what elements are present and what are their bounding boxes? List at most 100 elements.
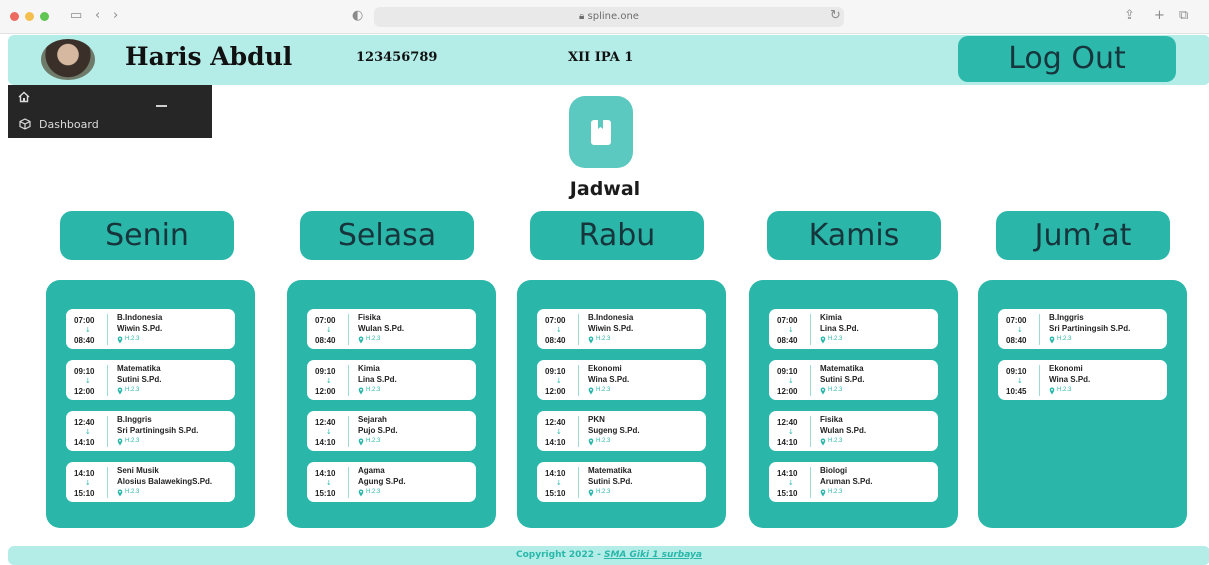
divider: [1039, 314, 1040, 345]
start-time: 12:40: [777, 418, 798, 427]
end-time: 08:40: [1006, 336, 1027, 345]
list-item[interactable]: 07:00 ↓ 08:40 Kimia Lina S.Pd. H.2.3: [769, 309, 938, 349]
end-time: 12:00: [777, 387, 798, 396]
teacher: Wiwin S.Pd.: [117, 324, 163, 333]
location-pin-icon: [358, 336, 364, 344]
location-pin-icon: [820, 336, 826, 344]
start-time: 09:10: [545, 367, 566, 376]
room: H.2.3: [125, 387, 140, 393]
reload-icon[interactable]: ↻: [830, 8, 841, 23]
tab-kamis[interactable]: Kamis: [767, 211, 941, 260]
start-time: 14:10: [74, 469, 95, 478]
start-time: 07:00: [315, 316, 336, 325]
list-item[interactable]: 09:10 ↓ 12:00 Matematika Sutini S.Pd. H.2.3: [66, 360, 235, 400]
tab-jumat[interactable]: Jum’at: [996, 211, 1170, 260]
teacher: Sutini S.Pd.: [588, 477, 633, 486]
list-item[interactable]: 14:10 ↓ 15:10 Agama Agung S.Pd. H.2.3: [307, 462, 476, 502]
subject: Kimia: [820, 313, 842, 322]
url-text: 🔒︎ spline.one: [374, 11, 844, 22]
list-item[interactable]: 12:40 ↓ 14:10 B.Inggris Sri Partiningsih S.P…: [66, 411, 235, 451]
sidebar-toggle-icon[interactable]: ▭: [70, 8, 82, 23]
home-icon[interactable]: [18, 91, 30, 103]
sidebar: Dashboard: [8, 85, 212, 138]
sidebar-item-dashboard[interactable]: Dashboard: [39, 118, 99, 131]
minimize-window-button[interactable]: [25, 12, 34, 21]
list-item[interactable]: 12:40 ↓ 14:10 PKN Sugeng S.Pd. H.2.3: [537, 411, 706, 451]
list-item[interactable]: 09:10 ↓ 12:00 Matematika Sutini S.Pd. H.2.3: [769, 360, 938, 400]
location-pin-icon: [358, 387, 364, 395]
maximize-window-button[interactable]: [40, 12, 49, 21]
list-item[interactable]: 14:10 ↓ 15:10 Seni Musik Alosius BalawekingS…: [66, 462, 235, 502]
teacher: Sutini S.Pd.: [117, 375, 162, 384]
subject: B.Inggris: [1049, 313, 1084, 322]
location-pin-icon: [588, 336, 594, 344]
location-pin-icon: [588, 489, 594, 497]
cube-icon[interactable]: [19, 118, 31, 130]
address-bar[interactable]: 🔒︎ spline.one: [374, 7, 844, 27]
teacher: Sugeng S.Pd.: [588, 426, 640, 435]
list-item[interactable]: 12:40 ↓ 14:10 Sejarah Pujo S.Pd. H.2.3: [307, 411, 476, 451]
divider: [810, 365, 811, 396]
teacher: Agung S.Pd.: [358, 477, 406, 486]
student-name: Haris Abdul: [125, 42, 293, 71]
list-item[interactable]: 07:00 ↓ 08:40 Fisika Wulan S.Pd. H.2.3: [307, 309, 476, 349]
tab-selasa[interactable]: Selasa: [300, 211, 474, 260]
divider: [810, 416, 811, 447]
arrow-down-icon: ↓: [326, 479, 332, 487]
subject: Matematika: [820, 364, 864, 373]
teacher: Pujo S.Pd.: [358, 426, 398, 435]
share-icon[interactable]: ⇪: [1124, 8, 1135, 23]
room: H.2.3: [125, 336, 140, 342]
arrow-down-icon: ↓: [788, 428, 794, 436]
room: H.2.3: [828, 336, 843, 342]
divider: [107, 314, 108, 345]
page-title: Jadwal: [569, 178, 641, 200]
schedule-tile[interactable]: [569, 96, 633, 168]
room: H.2.3: [828, 438, 843, 444]
end-time: 12:00: [545, 387, 566, 396]
close-window-button[interactable]: [10, 12, 19, 21]
list-item[interactable]: 12:40 ↓ 14:10 Fisika Wulan S.Pd. H.2.3: [769, 411, 938, 451]
forward-icon[interactable]: ›: [113, 8, 118, 23]
teacher: Wulan S.Pd.: [358, 324, 405, 333]
room: H.2.3: [596, 336, 611, 342]
arrow-down-icon: ↓: [326, 377, 332, 385]
room: H.2.3: [366, 489, 381, 495]
privacy-shield-icon[interactable]: ◐: [352, 8, 363, 23]
tab-overview-icon[interactable]: ⧉: [1179, 8, 1188, 23]
list-item[interactable]: 07:00 ↓ 08:40 B.Inggris Sri Partiningsih S.P…: [998, 309, 1167, 349]
list-item[interactable]: 09:10 ↓ 10:45 Ekonomi Wina S.Pd. H.2.3: [998, 360, 1167, 400]
list-item[interactable]: 14:10 ↓ 15:10 Matematika Sutini S.Pd. H.2.3: [537, 462, 706, 502]
logout-button[interactable]: Log Out: [958, 36, 1176, 82]
bookmark-icon: [591, 120, 611, 145]
arrow-down-icon: ↓: [85, 479, 91, 487]
list-item[interactable]: 09:10 ↓ 12:00 Kimia Lina S.Pd. H.2.3: [307, 360, 476, 400]
location-pin-icon: [117, 387, 123, 395]
start-time: 14:10: [315, 469, 336, 478]
room: H.2.3: [828, 387, 843, 393]
arrow-down-icon: ↓: [556, 377, 562, 385]
student-class: XII IPA 1: [568, 50, 634, 65]
tab-rabu[interactable]: Rabu: [530, 211, 704, 260]
new-tab-icon[interactable]: +: [1154, 8, 1165, 23]
list-item[interactable]: 07:00 ↓ 08:40 B.Indonesia Wiwin S.Pd. H.2.3: [537, 309, 706, 349]
back-icon[interactable]: ‹: [95, 8, 100, 23]
arrow-down-icon: ↓: [1017, 377, 1023, 385]
divider: [348, 467, 349, 498]
schedule-panel-kamis: 07:00 ↓ 08:40 Kimia Lina S.Pd. H.2.3 09:10 ↓ 12…: [749, 280, 958, 528]
location-pin-icon: [588, 438, 594, 446]
subject: B.Inggris: [117, 415, 152, 424]
list-item[interactable]: 14:10 ↓ 15:10 Biologi Aruman S.Pd. H.2.3: [769, 462, 938, 502]
arrow-down-icon: ↓: [556, 326, 562, 334]
end-time: 15:10: [545, 489, 566, 498]
browser-toolbar: ▭ ‹ › ◐ 🔒︎ spline.one ↻ ⇪ + ⧉: [0, 0, 1209, 34]
room: H.2.3: [596, 387, 611, 393]
list-item[interactable]: 07:00 ↓ 08:40 B.Indonesia Wiwin S.Pd. H.2.3: [66, 309, 235, 349]
tab-senin[interactable]: Senin: [60, 211, 234, 260]
room: H.2.3: [596, 438, 611, 444]
school-link[interactable]: SMA Giki 1 surbaya: [604, 550, 702, 560]
divider: [107, 416, 108, 447]
location-pin-icon: [117, 438, 123, 446]
room: H.2.3: [125, 489, 140, 495]
list-item[interactable]: 09:10 ↓ 12:00 Ekonomi Wina S.Pd. H.2.3: [537, 360, 706, 400]
